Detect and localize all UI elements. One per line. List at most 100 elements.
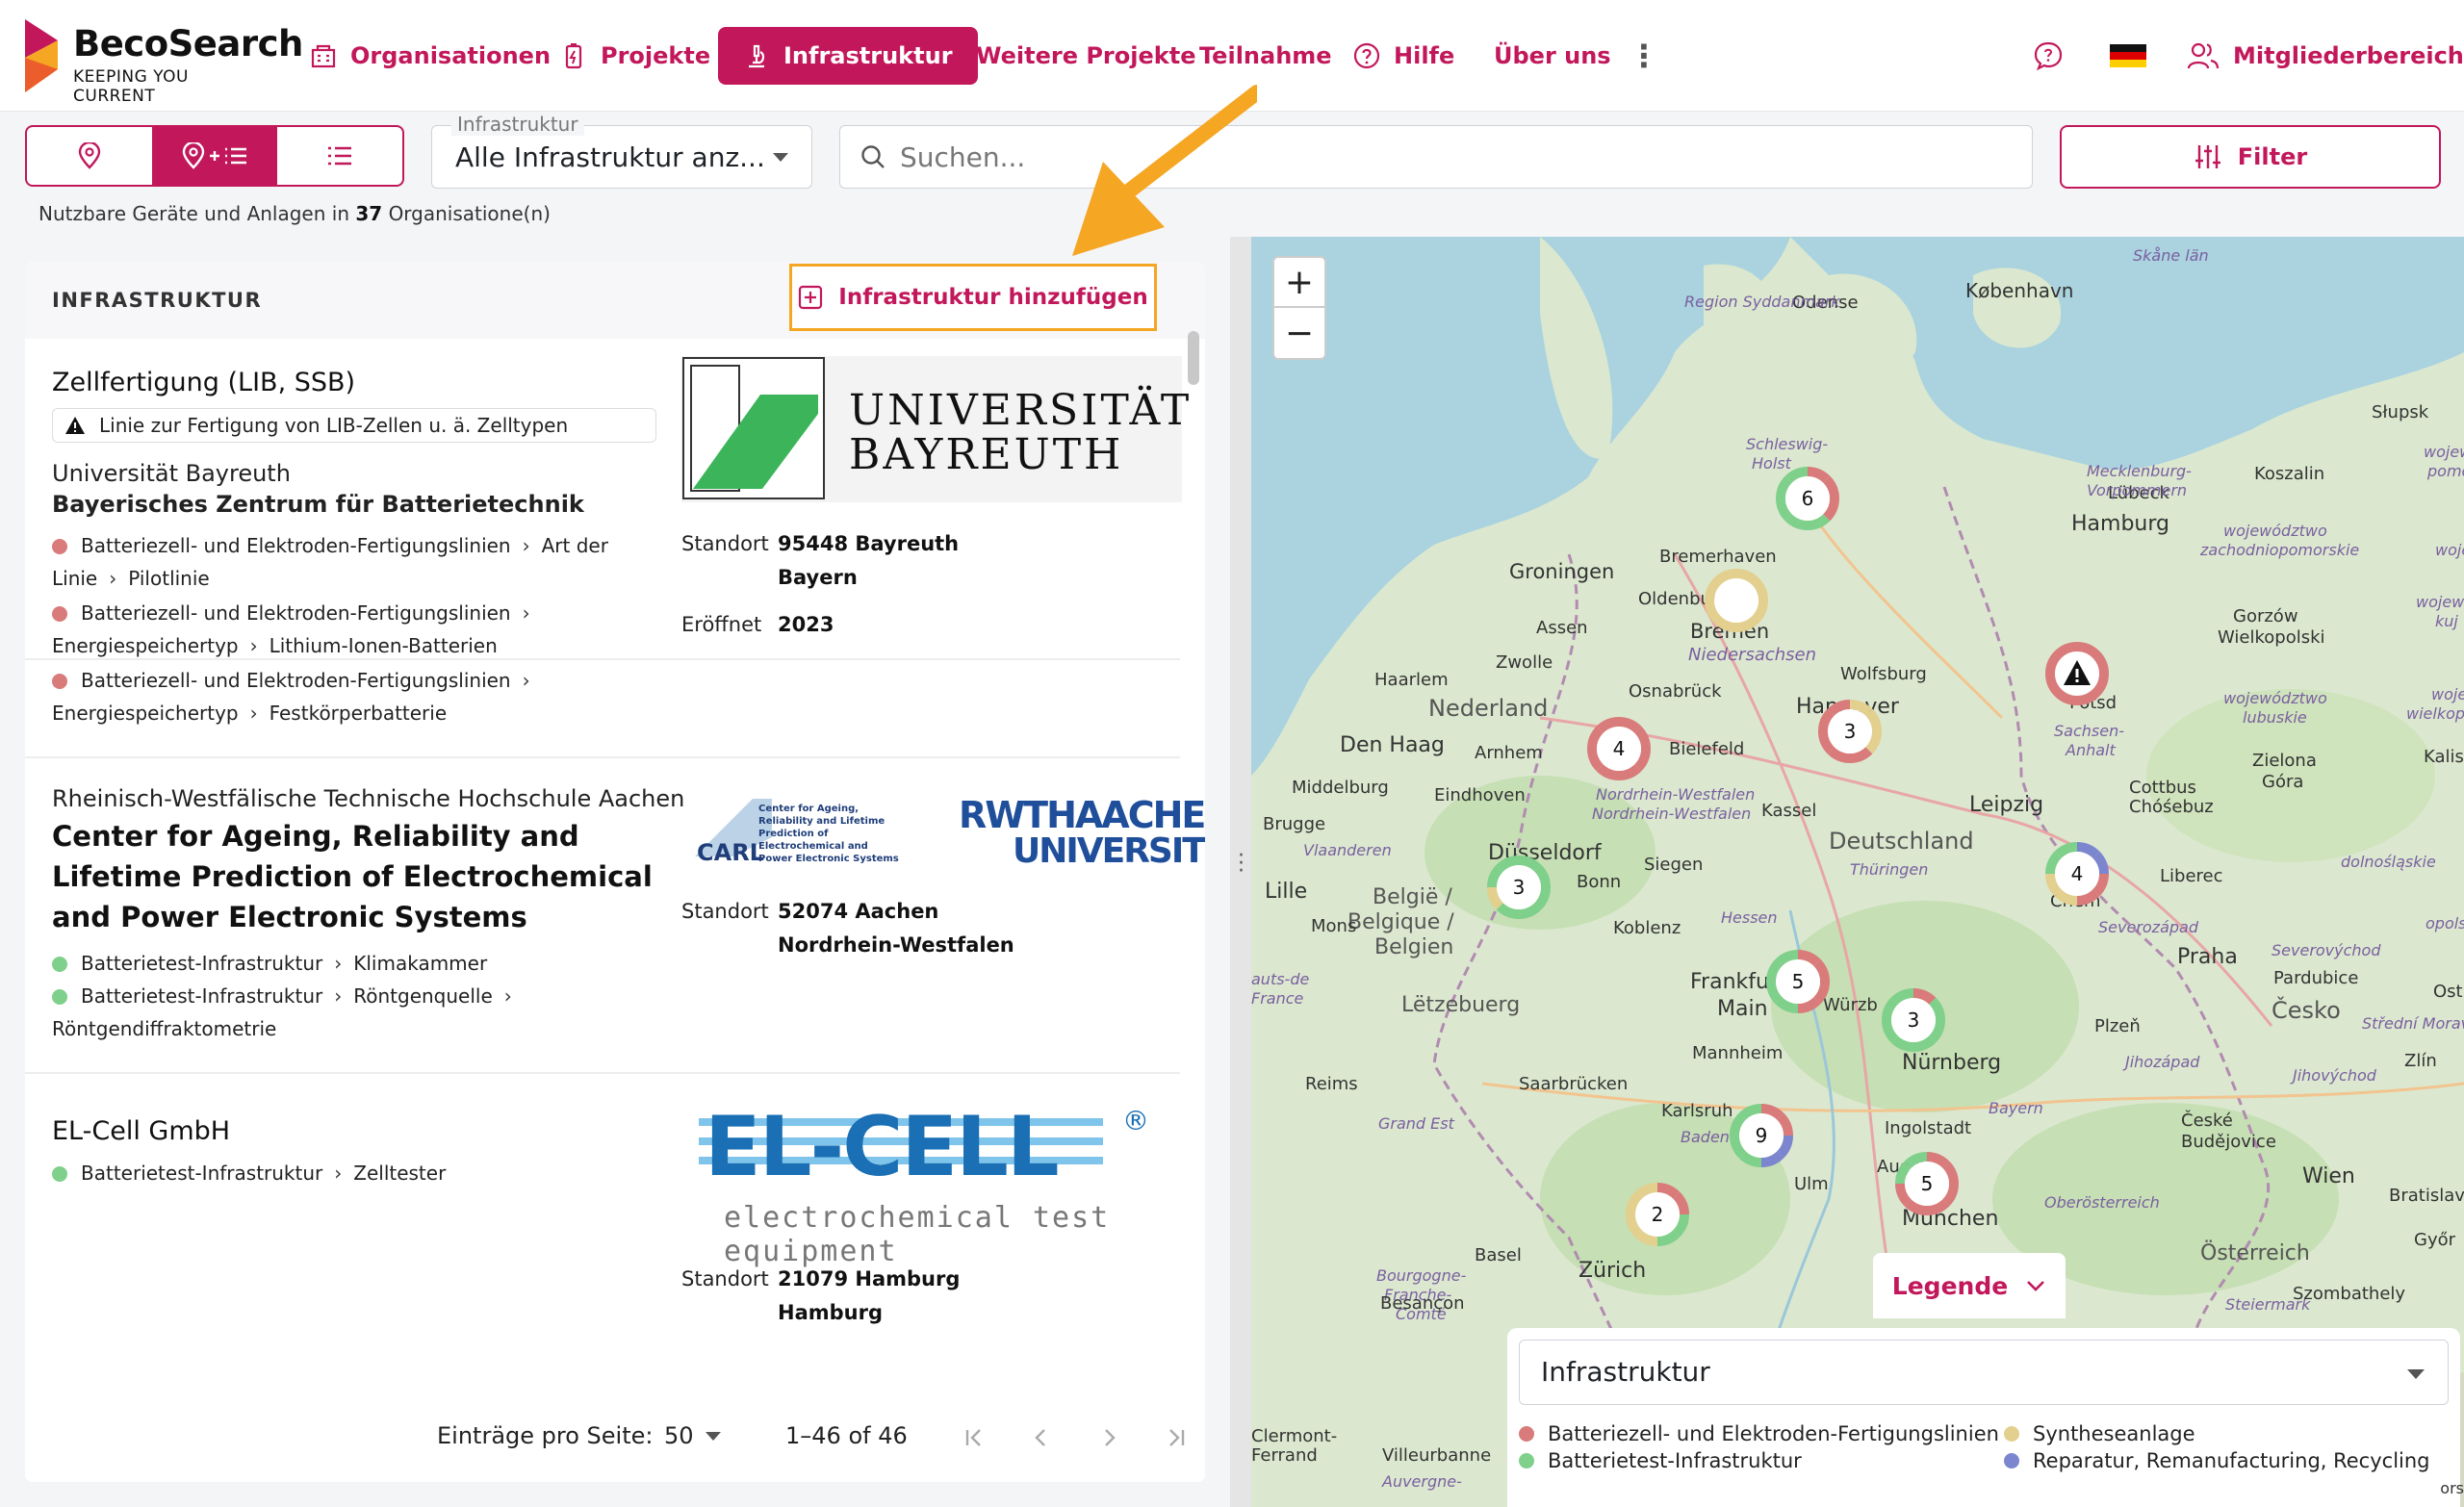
chevron-down-icon [2407, 1369, 2425, 1379]
first-page-button[interactable] [955, 1418, 993, 1457]
entry-meta: Standort 21079 Hamburg Hamburg [681, 1263, 960, 1330]
standort-value: 95448 Bayreuth [778, 532, 960, 555]
nav-teilnahme-label: Teilnahme [1199, 42, 1332, 69]
chat-button[interactable] [2033, 27, 2064, 85]
entry-meta: Standort 95448 Bayreuth Bayern Eröffnet 20… [681, 527, 959, 642]
nav-organisationen[interactable]: Organisationen [310, 27, 551, 85]
nav-infrastruktur[interactable]: Infrastruktur [718, 27, 978, 85]
category-dot [52, 1166, 67, 1182]
nav-ueber-uns[interactable]: Über uns [1494, 27, 1611, 85]
search-input[interactable] [900, 140, 1959, 173]
map-cluster-marker[interactable]: 3 [1818, 700, 1882, 763]
view-list-button[interactable] [277, 127, 402, 185]
map-view[interactable]: København Odense Region Syddanmark Skåne lä… [1251, 237, 2464, 1507]
cluster-count: 5 [1921, 1172, 1934, 1195]
zoom-out-button[interactable]: − [1274, 308, 1324, 358]
tag-attribute: Linie [52, 567, 98, 590]
chevron-right-icon: › [503, 984, 512, 1008]
bayreuth-logo-line1: UNIVERSITÄT [849, 386, 1193, 435]
legend-select[interactable]: Infrastruktur [1519, 1340, 2449, 1405]
nav-projekte[interactable]: Projekte [560, 27, 710, 85]
view-map-list-button[interactable] [152, 127, 277, 185]
legend-toggle-button[interactable]: Legende [1873, 1253, 2066, 1318]
carl-logo-text: CARL [697, 839, 764, 866]
category-dot [52, 957, 67, 972]
standort-key: Standort [681, 900, 769, 923]
cluster-center [1714, 578, 1758, 623]
map-cluster-marker[interactable]: 5 [1766, 950, 1830, 1013]
filter-button[interactable]: Filter [2060, 125, 2441, 189]
brand-logo[interactable]: BecoSearch KEEPING YOU CURRENT [25, 19, 303, 106]
legend-item-label: Batterietest-Infrastruktur [1548, 1449, 1802, 1472]
warning-icon [65, 417, 85, 434]
chevron-right-icon: › [334, 1162, 343, 1185]
cluster-count: 4 [2071, 862, 2084, 885]
nav-organisationen-label: Organisationen [350, 42, 552, 69]
category-dot [52, 606, 67, 622]
cluster-count: 2 [1652, 1203, 1664, 1226]
previous-page-button[interactable] [1022, 1418, 1061, 1457]
nav-mitglieder-label: Mitgliederbereich [2233, 42, 2464, 69]
map-cluster-marker[interactable]: 6 [1776, 467, 1839, 530]
nav-infrastruktur-label: Infrastruktur [783, 42, 953, 69]
nav-teilnahme[interactable]: Teilnahme [1199, 27, 1332, 85]
page-range: 1–46 of 46 [785, 1422, 908, 1449]
panel-resize-handle[interactable]: · · · [1230, 237, 1251, 1507]
legend-item: Reparatur, Remanufacturing, Recycling [2004, 1449, 2430, 1472]
map-cluster-marker[interactable]: 5 [1895, 1152, 1959, 1215]
map-cluster-marker[interactable]: 2 [1626, 1183, 1689, 1246]
chevron-right-icon: › [249, 634, 258, 657]
nav-weitere-projekte[interactable]: Weitere Projekte [976, 27, 1195, 85]
panel-title: INFRASTRUKTUR [52, 289, 263, 312]
map-cluster-marker[interactable]: 4 [2045, 842, 2109, 906]
standort-key: Standort [681, 532, 769, 555]
nav-weitere-label: Weitere Projekte [976, 42, 1196, 69]
legend-item: Syntheseanlage [2004, 1422, 2195, 1445]
zoom-in-button[interactable]: + [1274, 258, 1324, 308]
map-pin-icon [78, 142, 101, 169]
cluster-count: 4 [1613, 737, 1626, 760]
legend-dot [2004, 1453, 2019, 1469]
list-item[interactable]: Rheinisch-Westfälische Technische Hochsc… [25, 756, 1205, 1074]
map-cluster-marker[interactable]: 9 [1730, 1104, 1793, 1167]
map-cluster-marker[interactable]: 3 [1487, 856, 1551, 919]
next-page-button[interactable] [1090, 1418, 1128, 1457]
tag-attribute: Energiespeichertyp [52, 702, 239, 725]
cluster-count: 3 [1513, 876, 1526, 899]
nav-hilfe[interactable]: Hilfe [1353, 27, 1454, 85]
entry-suborganization: Bayerisches Zentrum für Batterietechnik [52, 491, 584, 518]
annotation-arrow [1072, 85, 1257, 256]
cluster-count: 6 [1802, 487, 1814, 510]
standort-value: 52074 Aachen [778, 900, 939, 923]
list-item[interactable]: EL-Cell GmbH Batterietest-Infrastruktur ›… [25, 1076, 1180, 1393]
result-count-prefix: Nutzbare Geräte und Anlagen in [38, 202, 349, 225]
map-cluster-marker[interactable]: 4 [1587, 717, 1651, 780]
brand-tagline: KEEPING YOU CURRENT [73, 67, 189, 106]
legend-item-label: Syntheseanlage [2033, 1422, 2195, 1445]
standort-value: 21079 Hamburg [778, 1267, 961, 1290]
warning-icon-bar [2075, 669, 2079, 677]
list-scrollbar[interactable] [1188, 331, 1199, 385]
legend-dot [1519, 1426, 1534, 1442]
tag-value: Festkörperbatterie [269, 702, 448, 725]
list-item[interactable]: Zellfertigung (LIB, SSB) Linie zur Ferti… [25, 339, 1189, 725]
tag-value: Pilotlinie [128, 567, 210, 590]
first-page-icon [965, 1429, 981, 1446]
language-german-flag[interactable] [2110, 27, 2146, 85]
result-count-suffix: Organisatione(n) [388, 202, 551, 225]
more-menu-icon[interactable]: ⋮ [1629, 27, 1659, 85]
map-alert-marker[interactable] [2045, 642, 2109, 705]
nav-mitgliederbereich[interactable]: Mitgliederbereich [2187, 27, 2464, 85]
microscope-icon [749, 44, 765, 68]
entry-badge: Linie zur Fertigung von LIB-Zellen u. ä.… [52, 408, 656, 443]
infrastructure-select[interactable]: Infrastruktur Alle Infrastruktur anz... [431, 113, 812, 189]
list-icon [328, 146, 351, 166]
tag-value: Röntgendiffraktometrie [52, 1017, 277, 1040]
view-map-button[interactable] [27, 127, 152, 185]
page-size-select[interactable]: 50 [664, 1422, 721, 1449]
map-cluster-marker[interactable] [1705, 569, 1768, 632]
last-page-button[interactable] [1157, 1418, 1195, 1457]
map-cluster-marker[interactable]: 3 [1882, 988, 1945, 1052]
last-page-icon [1169, 1429, 1185, 1446]
cluster-layer: 6 3 4 3 4 5 3 9 2 5 [1487, 467, 2109, 1246]
